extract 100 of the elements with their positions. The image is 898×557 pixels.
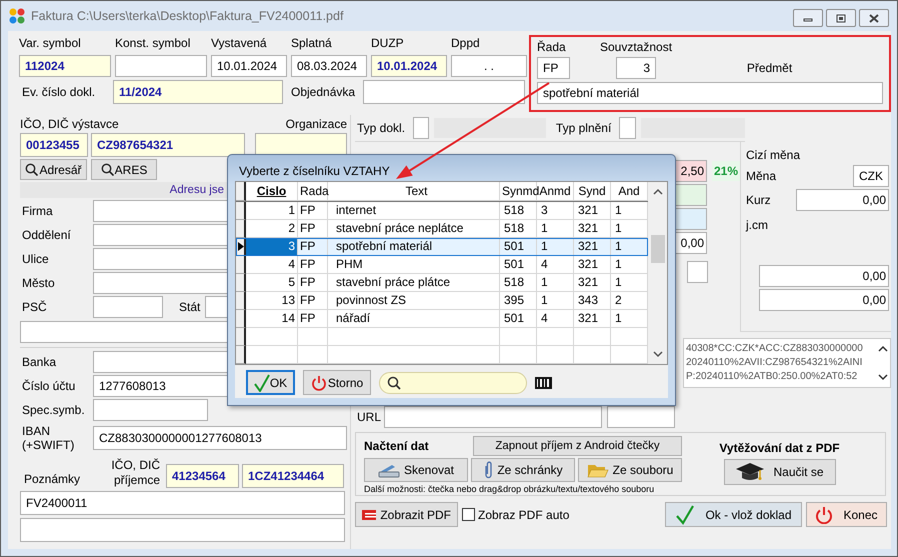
qr-text-area[interactable]: 40308*CC:CZK*ACC:CZ883030000000 20240110%2AVII:CZ987654321%2AINI P:20240110%2ATB0:250.00%2AT0:52	[683, 338, 891, 388]
text-field[interactable]: 112024	[19, 55, 111, 77]
table-cell	[298, 346, 328, 364]
text-field[interactable]	[607, 406, 675, 428]
text-field[interactable]	[413, 117, 430, 139]
field-label: IČO, DIČ výstavce	[20, 116, 119, 132]
text-field[interactable]: 41234564	[166, 464, 239, 488]
column-header[interactable]: Cislo	[246, 182, 298, 201]
table-cell: 321	[574, 202, 611, 220]
table-row[interactable]: 4 FP PHM 501 4 321 1	[236, 256, 648, 274]
text-field[interactable]	[93, 399, 208, 421]
field-label: IBAN (+SWIFT)	[21, 424, 76, 452]
rate-field[interactable]: 0,00	[796, 189, 889, 211]
table-row[interactable]: 13 FP povinnost ZS 395 1 343 2	[236, 292, 648, 310]
field-label: DUZP	[371, 35, 405, 51]
amount-field[interactable]: 0,00	[675, 232, 707, 254]
text-field[interactable]: 00123455	[20, 133, 88, 157]
text-field[interactable]: 08.03.2024	[291, 55, 367, 77]
column-header[interactable]: Anmd	[537, 182, 574, 201]
row-selector[interactable]	[236, 220, 246, 238]
text-field[interactable]: 3	[616, 57, 656, 79]
field-label: Město	[21, 276, 56, 290]
row-pointer-icon	[238, 242, 244, 251]
table-cell: FP	[298, 274, 328, 292]
text-field[interactable]: 10.01.2024	[371, 55, 447, 77]
text-field[interactable]: 1CZ41234464	[242, 464, 344, 488]
row-selector[interactable]	[236, 238, 246, 256]
text-field[interactable]: 11/2024	[113, 80, 283, 104]
barcode-icon[interactable]	[535, 376, 552, 388]
checkbox-label: Zobraz PDF auto	[478, 508, 570, 522]
column-header[interactable]: Rada	[298, 182, 328, 201]
column-header[interactable]: Text	[328, 182, 500, 201]
scroll-down-icon[interactable]	[652, 351, 662, 358]
row-selector[interactable]	[236, 346, 246, 364]
scrollbar-thumb[interactable]	[650, 235, 664, 263]
search-icon	[387, 376, 401, 390]
minimize-button[interactable]	[793, 9, 823, 27]
text-field[interactable]: CZ987654321	[91, 133, 245, 157]
scroll-down-icon[interactable]	[878, 374, 888, 381]
row-selector[interactable]	[236, 202, 246, 220]
lookup-button[interactable]: Adresář	[20, 159, 87, 180]
search-field[interactable]	[379, 372, 527, 394]
field-label: Oddělení	[21, 228, 72, 242]
row-selector-header	[236, 182, 246, 201]
show-pdf-button[interactable]: Zobrazit PDF	[355, 502, 458, 527]
text-field[interactable]: CZ8830300000001277608013	[93, 426, 347, 450]
text-field[interactable]	[687, 261, 708, 283]
table-cell: 395	[500, 292, 537, 310]
column-header[interactable]: Synd	[574, 182, 611, 201]
restore-icon	[836, 14, 846, 22]
scrollbar[interactable]	[648, 182, 667, 364]
amount-field[interactable]	[675, 184, 707, 206]
amount-field[interactable]	[675, 208, 707, 230]
table-cell: 13	[246, 292, 298, 310]
checkbox[interactable]	[462, 508, 475, 521]
exit-button[interactable]: Konec	[806, 502, 887, 527]
table-row[interactable]: 5 FP stavební práce plátce 518 1 321 1	[236, 274, 648, 292]
table-cell: PHM	[328, 256, 500, 274]
table-row[interactable]: 3 FP spotřební materiál 501 1 321 1	[236, 238, 648, 256]
scroll-up-icon[interactable]	[652, 188, 662, 195]
text-field[interactable]: FP	[537, 57, 570, 79]
text-field[interactable]	[619, 117, 636, 139]
field-label: URL	[357, 410, 379, 424]
ok-button[interactable]: OK	[246, 370, 295, 395]
amount-field[interactable]: 0,00	[759, 289, 889, 311]
currency-field[interactable]: CZK	[853, 165, 889, 187]
close-button[interactable]	[859, 9, 889, 27]
amount-field[interactable]: 2,50	[675, 160, 707, 182]
table-row[interactable]: 14 FP nářadí 501 4 321 1	[236, 310, 648, 328]
notes-field[interactable]	[20, 518, 345, 542]
text-field[interactable]	[93, 296, 163, 318]
table-cell: 4	[537, 310, 574, 328]
scroll-up-icon[interactable]	[878, 345, 888, 352]
import-button[interactable]: Ze souboru	[578, 458, 682, 482]
notes-field[interactable]: FV2400011	[20, 491, 345, 515]
lookup-button[interactable]: ARES	[91, 159, 157, 180]
row-selector[interactable]	[236, 328, 246, 346]
confirm-button[interactable]: Ok - vlož doklad	[665, 502, 802, 527]
row-selector[interactable]	[236, 292, 246, 310]
text-field[interactable]: . .	[451, 55, 527, 77]
import-button[interactable]: Ze schránky	[471, 458, 575, 482]
section-title: Vytěžování dat z PDF	[719, 441, 840, 455]
text-field[interactable]: 10.01.2024	[211, 55, 287, 77]
cancel-button[interactable]: Storno	[303, 370, 371, 395]
amount-field[interactable]: 0,00	[759, 265, 889, 287]
column-header[interactable]: Synmd	[500, 182, 537, 201]
import-button[interactable]: Skenovat	[364, 458, 468, 482]
table-row[interactable]: 1 FP internet 518 3 321 1	[236, 202, 648, 220]
learn-button[interactable]: Naučit se	[724, 459, 836, 485]
url-field[interactable]	[384, 406, 602, 428]
row-selector[interactable]	[236, 256, 246, 274]
android-reader-button[interactable]: Zapnout příjem z Android čtečky	[473, 436, 682, 456]
field-label: Typ plnění	[556, 120, 612, 136]
row-selector[interactable]	[236, 310, 246, 328]
text-field[interactable]: spotřební materiál	[537, 82, 883, 104]
text-field[interactable]	[115, 55, 207, 77]
table-cell: 5	[246, 274, 298, 292]
text-field[interactable]	[363, 80, 525, 104]
maximize-button[interactable]	[826, 9, 856, 27]
row-selector[interactable]	[236, 274, 246, 292]
